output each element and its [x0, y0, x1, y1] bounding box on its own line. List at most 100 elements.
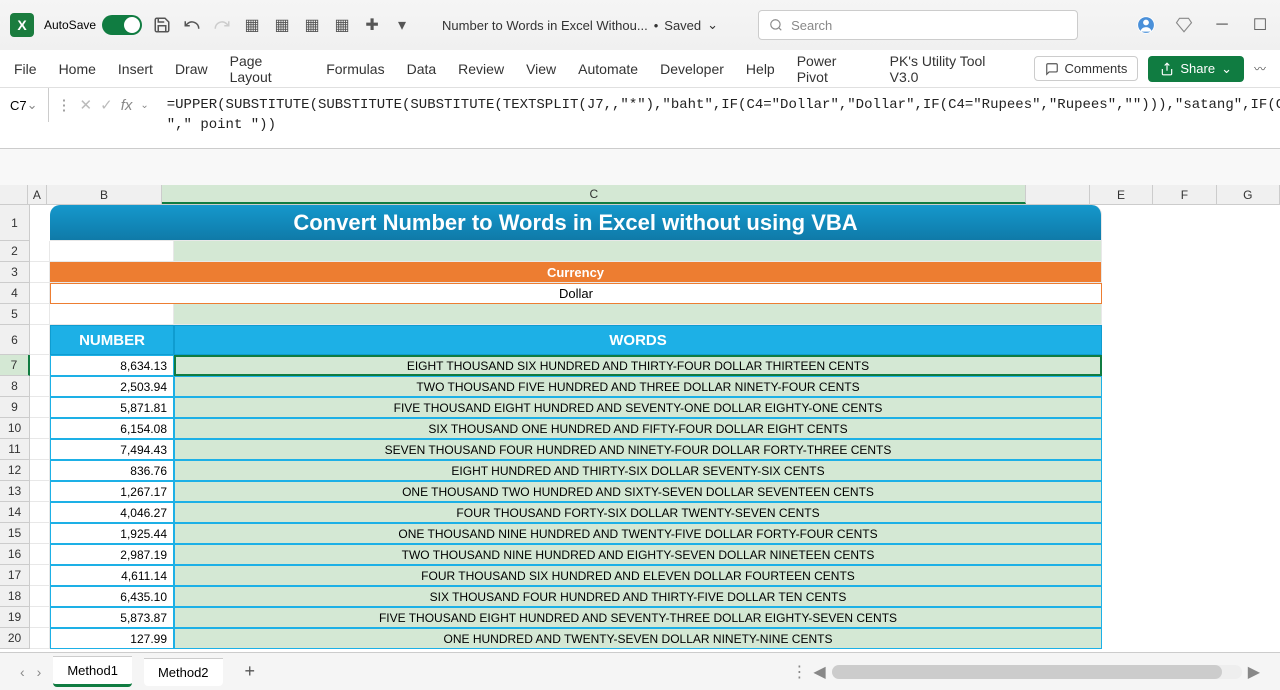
cell[interactable]	[30, 460, 50, 481]
words-cell[interactable]: SEVEN THOUSAND FOUR HUNDRED AND NINETY-F…	[174, 439, 1102, 460]
cell[interactable]	[30, 283, 50, 304]
cell[interactable]	[30, 439, 50, 460]
number-cell[interactable]: 1,925.44	[50, 523, 174, 544]
ribbon-overflow-icon[interactable]: 〰	[1254, 60, 1266, 77]
tab-power-pivot[interactable]: Power Pivot	[797, 53, 868, 85]
scroll-right-icon[interactable]: ▶	[1248, 662, 1260, 682]
number-cell[interactable]: 4,046.27	[50, 502, 174, 523]
horizontal-scrollbar[interactable]	[832, 665, 1242, 679]
number-cell[interactable]: 836.76	[50, 460, 174, 481]
qat-icon-2[interactable]: ▦	[272, 15, 292, 35]
chevron-down-icon[interactable]: ⌄	[140, 100, 148, 111]
words-cell[interactable]: TWO THOUSAND FIVE HUNDRED AND THREE DOLL…	[174, 376, 1102, 397]
tab-pk-utility[interactable]: PK's Utility Tool V3.0	[890, 53, 1012, 85]
col-header-B[interactable]: B	[47, 185, 163, 204]
cancel-icon[interactable]: ✕	[80, 96, 93, 114]
cell[interactable]	[30, 565, 50, 586]
chevron-down-icon[interactable]: ⌄	[27, 97, 38, 113]
number-cell[interactable]: 4,611.14	[50, 565, 174, 586]
row-header-16[interactable]: 16	[0, 544, 30, 565]
row-header-2[interactable]: 2	[0, 241, 30, 262]
words-cell[interactable]: FOUR THOUSAND SIX HUNDRED AND ELEVEN DOL…	[174, 565, 1102, 586]
cell[interactable]	[30, 205, 50, 241]
number-cell[interactable]: 7,494.43	[50, 439, 174, 460]
cell[interactable]	[30, 262, 50, 283]
cell[interactable]	[30, 523, 50, 544]
cell[interactable]	[30, 241, 50, 262]
share-button[interactable]: Share ⌄	[1148, 56, 1244, 82]
cell[interactable]	[50, 241, 174, 262]
tab-data[interactable]: Data	[407, 61, 437, 77]
words-cell[interactable]: ONE THOUSAND NINE HUNDRED AND TWENTY-FIV…	[174, 523, 1102, 544]
excel-app-icon[interactable]: X	[10, 13, 34, 37]
currency-header[interactable]: Currency	[50, 262, 1102, 283]
row-header-3[interactable]: 3	[0, 262, 30, 283]
row-header-6[interactable]: 6	[0, 325, 30, 355]
cell[interactable]	[30, 355, 50, 376]
comments-button[interactable]: Comments	[1034, 56, 1139, 81]
qat-overflow-icon[interactable]: ▾	[392, 15, 412, 35]
row-header-19[interactable]: 19	[0, 607, 30, 628]
cell[interactable]	[174, 241, 1102, 262]
tab-home[interactable]: Home	[59, 61, 96, 77]
words-cell[interactable]: EIGHT THOUSAND SIX HUNDRED AND THIRTY-FO…	[174, 355, 1102, 376]
sheet-options-icon[interactable]: ⋮	[791, 662, 807, 682]
redo-icon[interactable]	[212, 15, 232, 35]
cell[interactable]	[30, 376, 50, 397]
formula-bar[interactable]: =UPPER(SUBSTITUTE(SUBSTITUTE(SUBSTITUTE(…	[157, 88, 1280, 148]
qat-icon-3[interactable]: ▦	[302, 15, 322, 35]
chevron-down-icon[interactable]: ⌄	[707, 17, 718, 33]
tab-page-layout[interactable]: Page Layout	[230, 53, 305, 85]
tab-file[interactable]: File	[14, 61, 37, 77]
row-header-4[interactable]: 4	[0, 283, 30, 304]
tab-insert[interactable]: Insert	[118, 61, 153, 77]
col-header-C[interactable]: C	[162, 185, 1026, 204]
row-header-20[interactable]: 20	[0, 628, 30, 649]
cell[interactable]	[30, 397, 50, 418]
number-cell[interactable]: 1,267.17	[50, 481, 174, 502]
cell[interactable]	[50, 304, 174, 325]
words-cell[interactable]: ONE HUNDRED AND TWENTY-SEVEN DOLLAR NINE…	[174, 628, 1102, 649]
row-header-5[interactable]: 5	[0, 304, 30, 325]
col-header-E[interactable]: E	[1090, 185, 1153, 204]
tab-help[interactable]: Help	[746, 61, 775, 77]
autosave-toggle[interactable]: AutoSave	[44, 15, 142, 35]
search-input[interactable]: Search	[758, 10, 1078, 40]
col-header-A[interactable]: A	[28, 185, 47, 204]
number-cell[interactable]: 5,873.87	[50, 607, 174, 628]
tab-draw[interactable]: Draw	[175, 61, 208, 77]
scrollbar-thumb[interactable]	[832, 665, 1222, 679]
cell[interactable]	[30, 502, 50, 523]
cell[interactable]	[30, 544, 50, 565]
number-cell[interactable]: 6,435.10	[50, 586, 174, 607]
cell[interactable]	[30, 418, 50, 439]
sheet-nav-next-icon[interactable]: ›	[37, 664, 42, 680]
cell[interactable]	[30, 607, 50, 628]
minimize-icon[interactable]: ─	[1212, 15, 1232, 35]
row-header-14[interactable]: 14	[0, 502, 30, 523]
qat-icon-1[interactable]: ▦	[242, 15, 262, 35]
cell[interactable]	[30, 628, 50, 649]
number-cell[interactable]: 2,987.19	[50, 544, 174, 565]
row-header-15[interactable]: 15	[0, 523, 30, 544]
sheet-tab-method1[interactable]: Method1	[53, 656, 132, 687]
tab-automate[interactable]: Automate	[578, 61, 638, 77]
cell[interactable]	[30, 304, 50, 325]
number-cell[interactable]: 2,503.94	[50, 376, 174, 397]
row-header-1[interactable]: 1	[0, 205, 30, 241]
row-header-18[interactable]: 18	[0, 586, 30, 607]
row-header-8[interactable]: 8	[0, 376, 30, 397]
number-cell[interactable]: 8,634.13	[50, 355, 174, 376]
words-cell[interactable]: FOUR THOUSAND FORTY-SIX DOLLAR TWENTY-SE…	[174, 502, 1102, 523]
header-words[interactable]: WORDS	[174, 325, 1102, 355]
tab-developer[interactable]: Developer	[660, 61, 724, 77]
row-header-9[interactable]: 9	[0, 397, 30, 418]
qat-icon-4[interactable]: ▦	[332, 15, 352, 35]
title-banner[interactable]: Convert Number to Words in Excel without…	[50, 205, 1102, 241]
row-header-7[interactable]: 7	[0, 355, 30, 376]
sheet-nav-prev-icon[interactable]: ‹	[20, 664, 25, 680]
toggle-switch-icon[interactable]	[102, 15, 142, 35]
qat-icon-5[interactable]: ✚	[362, 15, 382, 35]
header-number[interactable]: NUMBER	[50, 325, 174, 355]
col-header-D[interactable]	[1026, 185, 1089, 204]
